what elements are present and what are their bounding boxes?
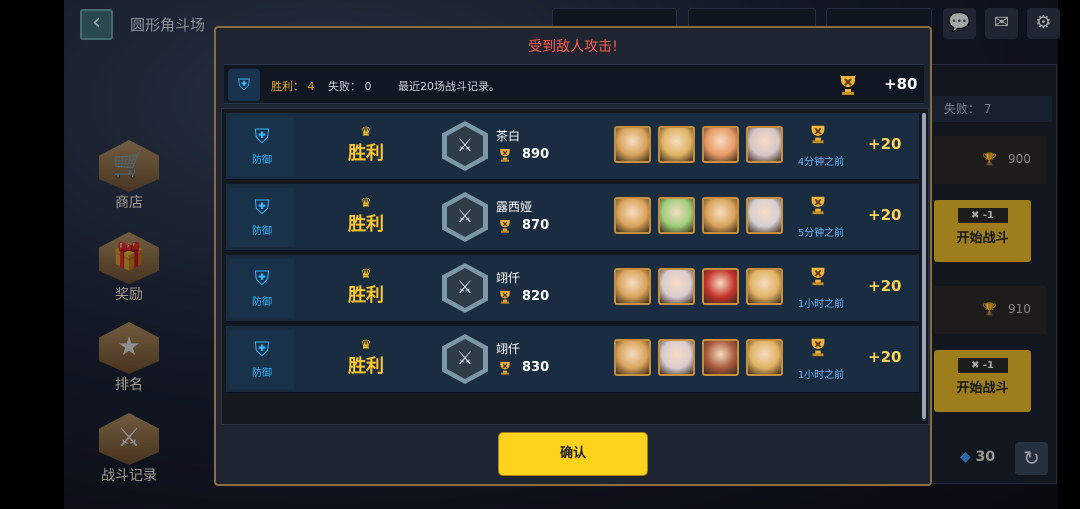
trophy-icon	[841, 76, 855, 95]
opponent-emblem: ⚔	[442, 263, 488, 313]
crossed-swords-icon: ⚔	[447, 126, 483, 166]
modal-title: 受到敌人攻击!	[528, 39, 618, 55]
battle-time: 5分钟之前	[797, 228, 845, 239]
crossed-swords-icon: ⚔	[447, 339, 483, 379]
hero-lineup	[614, 197, 790, 237]
opponent-score: 890	[522, 147, 550, 162]
defense-label: 防御	[252, 297, 272, 308]
trophy-icon	[811, 125, 825, 144]
crossed-swords-icon: ⚔	[447, 268, 483, 308]
trophy-icon	[811, 196, 825, 215]
crown-icon: ♛	[360, 338, 372, 353]
result-label: ♛ 胜利	[336, 196, 396, 236]
hero-portrait[interactable]	[702, 197, 739, 234]
battle-record-list[interactable]: ⛨ 防御 ♛ 胜利 ⚔ 茶白 890 4分钟之前 +20 ⛨ 防御 ♛ 胜利 ⚔…	[221, 108, 929, 425]
hero-lineup	[614, 126, 790, 166]
hero-portrait[interactable]	[746, 339, 783, 376]
hero-lineup	[614, 339, 790, 379]
hero-portrait[interactable]	[746, 126, 783, 163]
points-gained: +20	[868, 277, 902, 295]
hero-portrait[interactable]	[614, 339, 651, 376]
lose-label: 失败：	[328, 80, 361, 93]
defense-badge: ⛨ 防御	[230, 117, 294, 176]
crossed-swords-icon: ⚔	[447, 197, 483, 237]
trophy-icon	[811, 338, 825, 357]
lose-count: 0	[364, 80, 372, 93]
hero-portrait[interactable]	[746, 268, 783, 305]
defense-label: 防御	[252, 155, 272, 166]
result-text: 胜利	[348, 143, 384, 164]
points-gained: +20	[868, 135, 902, 153]
hero-portrait[interactable]	[658, 268, 695, 305]
points-gained: +20	[868, 206, 902, 224]
confirm-button[interactable]: 确认	[498, 432, 648, 476]
opponent-score: 830	[522, 360, 550, 375]
hero-portrait[interactable]	[702, 339, 739, 376]
defense-badge: ⛨ 防御	[230, 259, 294, 318]
lose-summary: 失败： 0	[328, 78, 372, 94]
opponent-emblem: ⚔	[442, 121, 488, 171]
crown-icon: ♛	[360, 125, 372, 140]
hero-portrait[interactable]	[746, 197, 783, 234]
opponent-score: 820	[522, 289, 550, 304]
hero-portrait[interactable]	[702, 268, 739, 305]
opponent-name: 翊仟	[496, 342, 521, 356]
hero-portrait[interactable]	[658, 197, 695, 234]
hero-portrait[interactable]	[658, 126, 695, 163]
scrollbar-thumb[interactable]	[922, 113, 926, 419]
opponent-name: 翊仟	[496, 271, 521, 285]
record-note: 最近20场战斗记录。	[398, 80, 500, 93]
trophy-icon	[500, 220, 510, 233]
result-label: ♛ 胜利	[336, 125, 396, 165]
defense-record-modal: 受到敌人攻击! ⛨ 胜利： 4 失败： 0 最近20场战斗记录。 +80 ⛨ 防…	[214, 26, 932, 486]
battle-time: 4分钟之前	[797, 157, 845, 168]
points-gained: +20	[868, 348, 902, 366]
shield-icon: ⛨	[228, 69, 260, 101]
win-label: 胜利：	[271, 80, 304, 93]
opponent-name: 露西娅	[496, 200, 533, 214]
battle-time: 1小时之前	[797, 370, 845, 381]
battle-record-row: ⛨ 防御 ♛ 胜利 ⚔ 翊仟 820 1小时之前 +20	[226, 255, 919, 322]
opponent-emblem: ⚔	[442, 334, 488, 384]
hero-portrait[interactable]	[614, 126, 651, 163]
battle-record-row: ⛨ 防御 ♛ 胜利 ⚔ 茶白 890 4分钟之前 +20	[226, 113, 919, 180]
total-gain: +80	[884, 75, 918, 93]
defense-label: 防御	[252, 226, 272, 237]
hero-portrait[interactable]	[614, 197, 651, 234]
battle-record-row: ⛨ 防御 ♛ 胜利 ⚔ 露西娅 870 5分钟之前 +20	[226, 184, 919, 251]
shield-icon: ⛨	[254, 195, 270, 219]
defense-badge: ⛨ 防御	[230, 330, 294, 389]
battle-time: 1小时之前	[797, 299, 845, 310]
hero-portrait[interactable]	[658, 339, 695, 376]
win-summary: 胜利： 4	[271, 78, 315, 94]
trophy-icon	[500, 149, 510, 162]
hero-portrait[interactable]	[702, 126, 739, 163]
battle-record-row: ⛨ 防御 ♛ 胜利 ⚔ 翊仟 830 1小时之前 +20	[226, 326, 919, 393]
defense-badge: ⛨ 防御	[230, 188, 294, 247]
crown-icon: ♛	[360, 196, 372, 211]
hero-lineup	[614, 268, 790, 308]
hero-portrait[interactable]	[614, 268, 651, 305]
crown-icon: ♛	[360, 267, 372, 282]
defense-label: 防御	[252, 368, 272, 379]
summary-bar: ⛨ 胜利： 4 失败： 0 最近20场战斗记录。 +80	[224, 64, 924, 104]
trophy-icon	[500, 291, 510, 304]
result-text: 胜利	[348, 214, 384, 235]
result-label: ♛ 胜利	[336, 267, 396, 307]
shield-icon: ⛨	[254, 124, 270, 148]
opponent-name: 茶白	[496, 129, 521, 143]
game-screen: ‹ 圆形角斗场 💬 ✉ ⚙ 🛒 商店 🎁 奖励 ★ 排名 ⚔ 战斗记录 失败： …	[0, 0, 1080, 509]
shield-icon: ⛨	[254, 337, 270, 361]
win-count: 4	[307, 80, 315, 93]
result-text: 胜利	[348, 285, 384, 306]
trophy-icon	[500, 362, 510, 375]
opponent-emblem: ⚔	[442, 192, 488, 242]
result-text: 胜利	[348, 356, 384, 377]
result-label: ♛ 胜利	[336, 338, 396, 378]
shield-icon: ⛨	[254, 266, 270, 290]
trophy-icon	[811, 267, 825, 286]
opponent-score: 870	[522, 218, 550, 233]
